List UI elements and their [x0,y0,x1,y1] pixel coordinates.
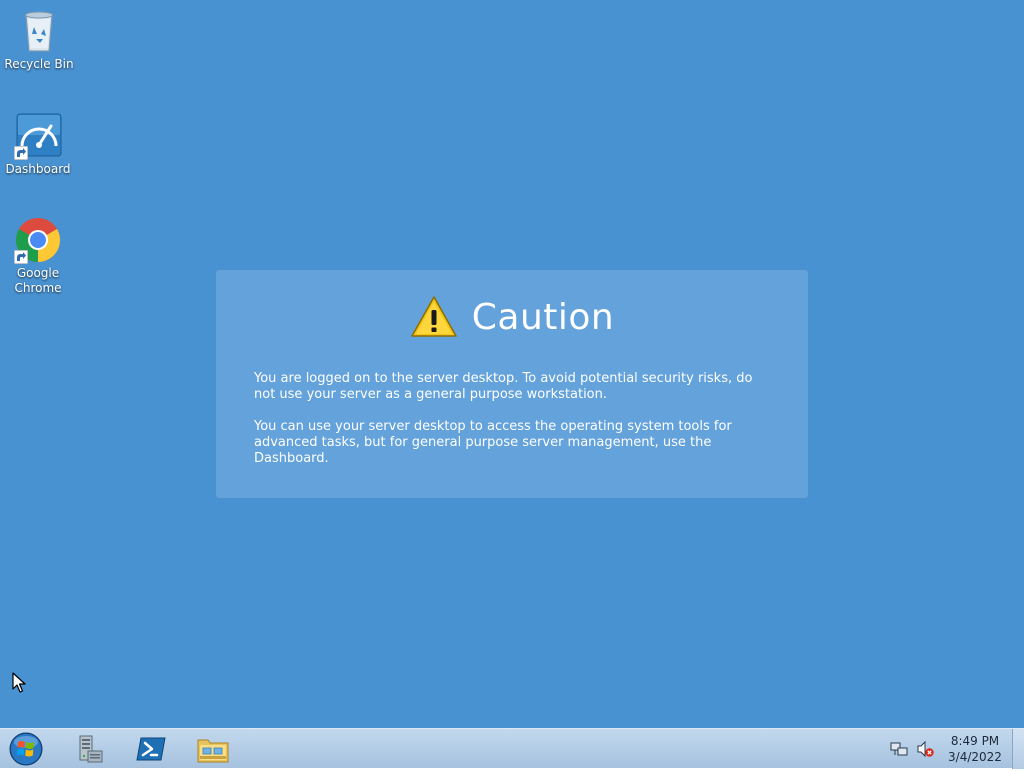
taskbar: 8:49 PM 3/4/2022 [0,728,1024,769]
caution-paragraph: You are logged on to the server desktop.… [254,371,753,402]
desktop-icon-label: Dashboard [5,162,71,176]
server-manager-icon [79,735,103,763]
system-tray: 8:49 PM 3/4/2022 [890,729,1008,769]
shortcut-arrow-icon [14,250,28,264]
mouse-pointer-icon [12,672,26,693]
desktop-icon-google-chrome[interactable]: Google Chrome [0,216,76,296]
network-icon[interactable] [890,740,908,758]
file-explorer-icon [197,739,229,763]
show-desktop-button[interactable] [1012,729,1024,769]
caution-paragraph: You can use your server desktop to acces… [254,419,732,466]
dashboard-icon [14,112,62,160]
desktop: Recycle Bin Dashboard Google Chrome Caut… [0,0,1024,728]
taskbar-clock[interactable]: 8:49 PM 3/4/2022 [942,733,1008,765]
caution-panel: Caution You are logged on to the server … [216,270,808,498]
windows-start-orb-icon [9,732,43,766]
caution-header: Caution [216,292,808,342]
powershell-icon [136,737,166,761]
taskbar-server-manager-button[interactable] [66,731,114,767]
desktop-icon-dashboard[interactable]: Dashboard [0,112,76,177]
desktop-icon-label: Recycle Bin [4,57,74,71]
shortcut-arrow-icon [14,146,28,160]
clock-time: 8:49 PM [950,734,1000,748]
start-button[interactable] [6,731,46,767]
desktop-icon-recycle-bin[interactable]: Recycle Bin [1,7,77,72]
desktop-icon-label: Google Chrome [14,266,62,295]
clock-date: 3/4/2022 [948,750,1002,764]
taskbar-file-explorer-button[interactable] [189,731,237,767]
caution-message: You are logged on to the server desktop.… [254,371,774,483]
volume-muted-icon[interactable] [916,740,934,758]
recycle-bin-icon [15,7,63,55]
chrome-icon [14,216,62,264]
warning-icon [411,296,457,337]
taskbar-powershell-button[interactable] [127,731,175,767]
caution-title: Caution [471,296,615,338]
